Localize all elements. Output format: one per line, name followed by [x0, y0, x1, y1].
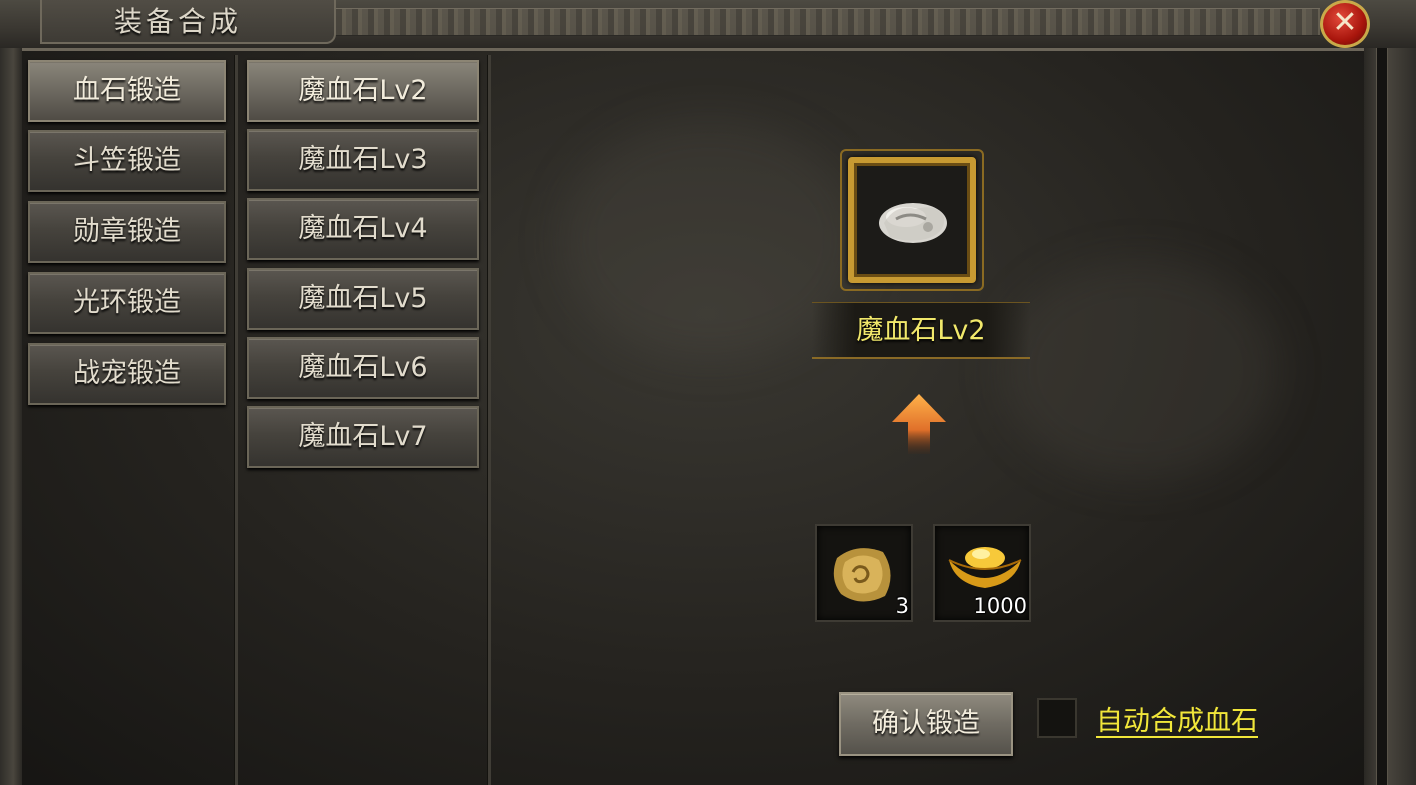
material-slot-ore[interactable]: 3 [815, 524, 913, 622]
column-divider [487, 55, 491, 785]
category-pet-forge[interactable]: 战宠锻造 [28, 343, 226, 405]
scroll-rail[interactable] [1376, 48, 1388, 785]
gold-ingot-icon [948, 547, 1022, 588]
up-arrow-icon [892, 394, 946, 454]
blood-stone-icon [879, 203, 947, 243]
item-blood-stone-lv2[interactable]: 魔血石Lv2 [247, 60, 479, 122]
material-count: 3 [895, 594, 909, 618]
background-texture [1000, 260, 1280, 480]
category-blood-stone-forge[interactable]: 血石锻造 [28, 60, 226, 122]
close-x-icon: ✕ [1332, 5, 1358, 40]
item-blood-stone-lv6[interactable]: 魔血石Lv6 [247, 337, 479, 399]
confirm-forge-button[interactable]: 确认锻造 [839, 692, 1013, 756]
item-blood-stone-lv3[interactable]: 魔血石Lv3 [247, 129, 479, 191]
item-blood-stone-lv5[interactable]: 魔血石Lv5 [247, 268, 479, 330]
result-item-name: 魔血石Lv2 [856, 315, 986, 346]
result-item-slot[interactable] [840, 149, 984, 291]
title-bar: 装备合成 ✕ [0, 0, 1416, 51]
left-frame [0, 48, 22, 785]
window-title: 装备合成 [114, 5, 243, 38]
ore-stone-icon [833, 548, 891, 602]
auto-synthesize-label[interactable]: 自动合成血石 [1096, 699, 1258, 738]
category-medal-forge[interactable]: 勋章锻造 [28, 201, 226, 263]
right-frame [1364, 48, 1416, 785]
close-button[interactable]: ✕ [1320, 0, 1370, 48]
item-blood-stone-lv7[interactable]: 魔血石Lv7 [247, 406, 479, 468]
material-slot-gold[interactable]: 1000 [933, 524, 1031, 622]
equipment-synthesis-window: 装备合成 ✕ 血石锻造 斗笠锻造 勋章锻造 光环锻造 战宠锻造 魔血石Lv2 魔… [0, 0, 1416, 785]
column-divider [234, 55, 238, 785]
category-halo-forge[interactable]: 光环锻造 [28, 272, 226, 334]
material-count: 1000 [973, 594, 1027, 618]
auto-synthesize-checkbox[interactable] [1037, 698, 1077, 738]
title-ornament [330, 8, 1320, 36]
item-blood-stone-lv4[interactable]: 魔血石Lv4 [247, 198, 479, 260]
category-hat-forge[interactable]: 斗笠锻造 [28, 130, 226, 192]
